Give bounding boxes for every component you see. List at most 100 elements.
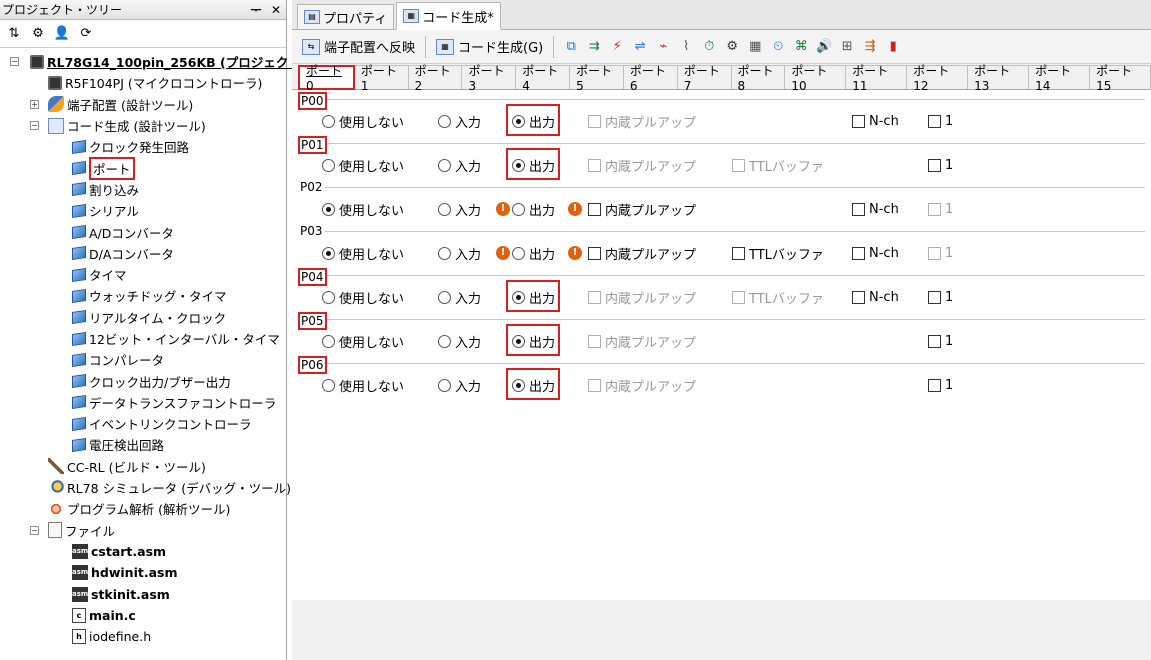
tree-node[interactable]: ポート xyxy=(0,156,286,180)
checkbox-nch[interactable]: N-ch xyxy=(852,198,899,220)
radio-unused[interactable]: 使用しない xyxy=(322,198,404,220)
radio-output[interactable]: 出力 xyxy=(512,198,555,220)
watchdog-icon[interactable]: ⚙ xyxy=(721,36,743,58)
radio-input[interactable]: 入力 xyxy=(438,374,481,396)
tree-node[interactable]: asm cstart.asm xyxy=(0,541,286,562)
checkbox[interactable] xyxy=(852,202,865,216)
radio-input[interactable]: 入力 xyxy=(438,286,481,308)
properties-icon[interactable]: ⚙ xyxy=(28,24,48,44)
checkbox-one[interactable]: 1 xyxy=(928,154,953,176)
port-tab[interactable]: ポート6 xyxy=(623,64,678,93)
port-tab[interactable]: ポート12 xyxy=(907,64,969,93)
radio-button[interactable] xyxy=(322,334,335,348)
tree-node[interactable]: − ファイル xyxy=(0,520,286,541)
tree-node[interactable]: + 端子配置 (設計ツール) xyxy=(0,94,286,115)
radio-button[interactable] xyxy=(322,290,335,304)
port-icon[interactable]: ⇉ xyxy=(583,36,605,58)
tree-node[interactable]: R5F104PJ (マイクロコントローラ) xyxy=(0,72,286,93)
radio-button[interactable] xyxy=(438,378,451,392)
checkbox-one[interactable]: 1 xyxy=(928,374,953,396)
port-tab[interactable]: ポート8 xyxy=(731,64,786,93)
checkbox[interactable] xyxy=(732,246,745,260)
radio-output[interactable]: 出力 xyxy=(512,242,555,264)
tree-node[interactable]: − コード生成 (設計ツール) xyxy=(0,115,286,136)
radio-button[interactable] xyxy=(322,114,335,128)
radio-button[interactable] xyxy=(512,246,525,260)
port-tab[interactable]: ポート14 xyxy=(1029,64,1091,93)
radio-input[interactable]: 入力 xyxy=(438,242,481,264)
tree-node[interactable]: クロック発生回路 xyxy=(0,136,286,157)
tree-node[interactable]: リアルタイム・クロック xyxy=(0,307,286,328)
checkbox-pullup[interactable]: 内蔵プルアップ xyxy=(588,242,696,264)
port-tab[interactable]: ポート2 xyxy=(408,64,463,93)
radio-unused[interactable]: 使用しない xyxy=(322,110,404,132)
radio-button[interactable] xyxy=(438,114,451,128)
tree-node[interactable]: タイマ xyxy=(0,264,286,285)
radio-button[interactable] xyxy=(438,246,451,260)
tree-node[interactable]: c main.c xyxy=(0,605,286,626)
radio-unused[interactable]: 使用しない xyxy=(322,286,404,308)
checkbox[interactable] xyxy=(852,114,865,128)
radio-button[interactable] xyxy=(438,290,451,304)
checkbox[interactable] xyxy=(588,246,601,260)
timer-icon[interactable]: ⏱ xyxy=(698,36,720,58)
port-tab[interactable]: ポート3 xyxy=(462,64,517,93)
checkbox-nch[interactable]: N-ch xyxy=(852,286,899,308)
tree-node[interactable]: コンパレータ xyxy=(0,349,286,370)
checkbox-pullup[interactable]: 内蔵プルアップ xyxy=(588,198,696,220)
refresh-icon[interactable]: ⟳ xyxy=(76,24,96,44)
checkbox-nch[interactable]: N-ch xyxy=(852,110,899,132)
tree-node[interactable]: プログラム解析 (解析ツール) xyxy=(0,498,286,519)
radio-unused[interactable]: 使用しない xyxy=(322,242,404,264)
tree-node[interactable]: h iodefine.h xyxy=(0,626,286,647)
checkbox[interactable] xyxy=(928,158,941,172)
comparator-icon[interactable]: ⌘ xyxy=(790,36,812,58)
radio-button[interactable] xyxy=(322,378,335,392)
tree-node[interactable]: データトランスファコントローラ xyxy=(0,392,286,413)
radio-input[interactable]: 入力 xyxy=(438,154,481,176)
port-tab[interactable]: ポート4 xyxy=(516,64,571,93)
interrupt-icon[interactable]: ⚡ xyxy=(606,36,628,58)
checkbox[interactable] xyxy=(852,290,865,304)
pin-icon[interactable]: ᅮ xyxy=(246,1,266,18)
tree-node[interactable]: クロック出力/ブザー出力 xyxy=(0,370,286,391)
checkbox[interactable] xyxy=(928,378,941,392)
checkbox[interactable] xyxy=(852,246,865,260)
tree-node[interactable]: ウォッチドッグ・タイマ xyxy=(0,285,286,306)
radio-button[interactable] xyxy=(438,158,451,172)
tree-node[interactable]: asm stkinit.asm xyxy=(0,583,286,604)
radio-button[interactable] xyxy=(322,202,335,216)
radio-button[interactable] xyxy=(322,246,335,260)
tree-node[interactable]: A/Dコンバータ xyxy=(0,221,286,242)
collapse-icon[interactable]: − xyxy=(30,121,39,131)
checkbox-ttl[interactable]: TTLバッファ xyxy=(732,242,824,264)
lvd-icon[interactable]: ▮ xyxy=(882,36,904,58)
tree-node[interactable]: asm hdwinit.asm xyxy=(0,562,286,583)
dtc-icon[interactable]: ⊞ xyxy=(836,36,858,58)
tree-node[interactable]: CC-RL (ビルド・ツール) xyxy=(0,456,286,477)
doc-tab[interactable]: ▤ プロパティ xyxy=(297,4,395,29)
expand-icon[interactable]: + xyxy=(30,99,39,109)
tree-node[interactable]: シリアル xyxy=(0,200,286,221)
checkbox[interactable] xyxy=(928,114,941,128)
serial-icon[interactable]: ⇌ xyxy=(629,36,651,58)
port-tab[interactable]: ポート11 xyxy=(846,64,908,93)
clock-icon[interactable]: ⧉ xyxy=(560,36,582,58)
radio-input[interactable]: 入力 xyxy=(438,330,481,352)
checkbox-one[interactable]: 1 xyxy=(928,110,953,132)
checkbox-one[interactable]: 1 xyxy=(928,286,953,308)
dac-icon[interactable]: ⌇ xyxy=(675,36,697,58)
radio-unused[interactable]: 使用しない xyxy=(322,330,404,352)
radio-unused[interactable]: 使用しない xyxy=(322,374,404,396)
tree-node[interactable]: 割り込み xyxy=(0,179,286,200)
buzzer-icon[interactable]: 🔊 xyxy=(813,36,835,58)
elc-icon[interactable]: ⇶ xyxy=(859,36,881,58)
port-tab[interactable]: ポート15 xyxy=(1090,64,1151,93)
tree-node[interactable]: イベントリンクコントローラ xyxy=(0,413,286,434)
code-gen-button[interactable]: ▦ コード生成(G) xyxy=(432,35,547,59)
radio-input[interactable]: 入力 xyxy=(438,110,481,132)
close-icon[interactable]: ✕ xyxy=(266,3,286,17)
tree-node[interactable]: − RL78G14_100pin_256KB (プロジェクト)* xyxy=(0,51,313,72)
adc-icon[interactable]: ⌁ xyxy=(652,36,674,58)
port-tab[interactable]: ポート5 xyxy=(570,64,624,93)
